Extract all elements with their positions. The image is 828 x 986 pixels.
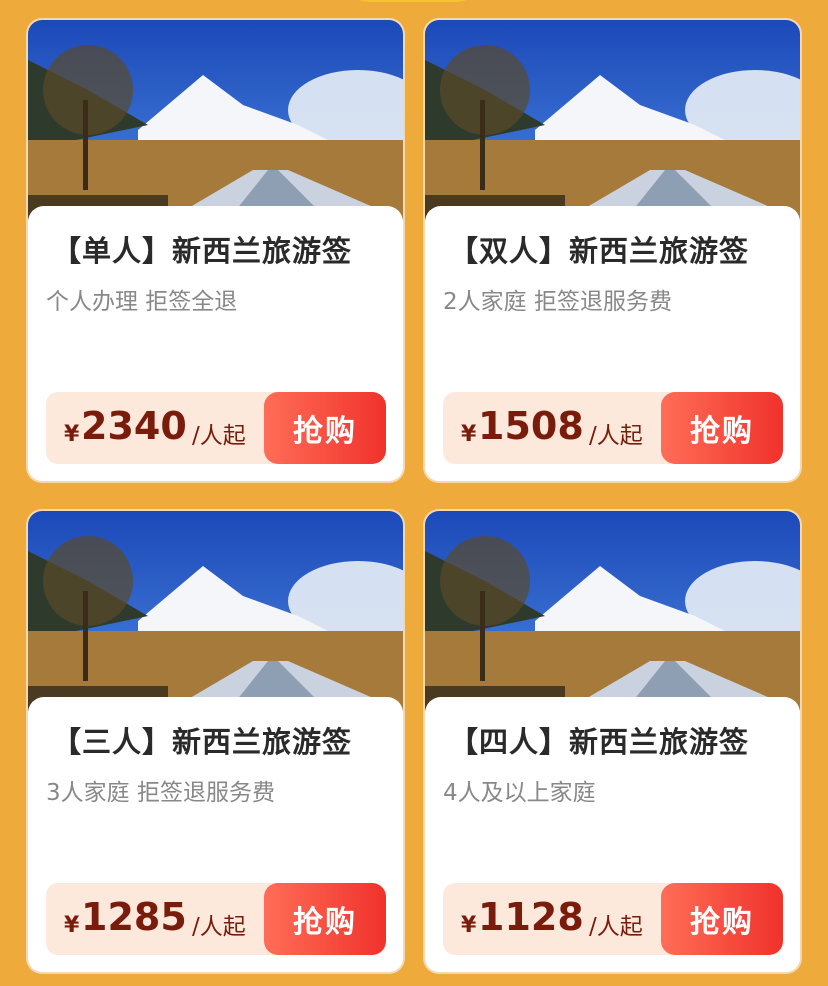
product-info: 【三人】新西兰旅游签 3人家庭 拒签退服务费 ¥ 1285 /人起 抢购 (28, 697, 403, 972)
product-subtitle: 个人办理 拒签全退 (46, 289, 238, 315)
buy-button[interactable]: 抢购 (264, 883, 386, 955)
price-bar: ¥ 2340 /人起 抢购 (46, 392, 386, 464)
price-unit: /人起 (589, 423, 643, 449)
price-value: 1128 (478, 895, 584, 939)
product-card-single[interactable]: 【单人】新西兰旅游签 个人办理 拒签全退 ¥ 2340 /人起 抢购 (28, 20, 403, 481)
product-photo (425, 511, 800, 711)
price-bar: ¥ 1285 /人起 抢购 (46, 883, 386, 955)
product-subtitle: 2人家庭 拒签退服务费 (443, 289, 672, 315)
price-unit: /人起 (192, 423, 246, 449)
currency-symbol: ¥ (461, 913, 477, 938)
price-value: 2340 (81, 404, 187, 448)
price-unit: /人起 (589, 914, 643, 940)
product-info: 【双人】新西兰旅游签 2人家庭 拒签退服务费 ¥ 1508 /人起 抢购 (425, 206, 800, 481)
product-title: 【单人】新西兰旅游签 (52, 234, 353, 268)
price-unit: /人起 (192, 914, 246, 940)
buy-button[interactable]: 抢购 (661, 392, 783, 464)
price-bar: ¥ 1508 /人起 抢购 (443, 392, 783, 464)
top-decoration (340, 0, 486, 2)
product-subtitle: 3人家庭 拒签退服务费 (46, 780, 275, 806)
product-title: 【三人】新西兰旅游签 (52, 725, 353, 759)
product-photo (425, 20, 800, 220)
product-photo (28, 20, 403, 220)
product-title: 【双人】新西兰旅游签 (449, 234, 750, 268)
buy-button[interactable]: 抢购 (661, 883, 783, 955)
currency-symbol: ¥ (64, 422, 80, 447)
product-card-triple[interactable]: 【三人】新西兰旅游签 3人家庭 拒签退服务费 ¥ 1285 /人起 抢购 (28, 511, 403, 972)
price-bar: ¥ 1128 /人起 抢购 (443, 883, 783, 955)
product-subtitle: 4人及以上家庭 (443, 780, 596, 806)
product-photo (28, 511, 403, 711)
product-title: 【四人】新西兰旅游签 (449, 725, 750, 759)
currency-symbol: ¥ (64, 913, 80, 938)
price-value: 1508 (478, 404, 584, 448)
product-card-double[interactable]: 【双人】新西兰旅游签 2人家庭 拒签退服务费 ¥ 1508 /人起 抢购 (425, 20, 800, 481)
product-card-quad[interactable]: 【四人】新西兰旅游签 4人及以上家庭 ¥ 1128 /人起 抢购 (425, 511, 800, 972)
buy-button[interactable]: 抢购 (264, 392, 386, 464)
currency-symbol: ¥ (461, 422, 477, 447)
price-value: 1285 (81, 895, 187, 939)
product-info: 【四人】新西兰旅游签 4人及以上家庭 ¥ 1128 /人起 抢购 (425, 697, 800, 972)
product-info: 【单人】新西兰旅游签 个人办理 拒签全退 ¥ 2340 /人起 抢购 (28, 206, 403, 481)
